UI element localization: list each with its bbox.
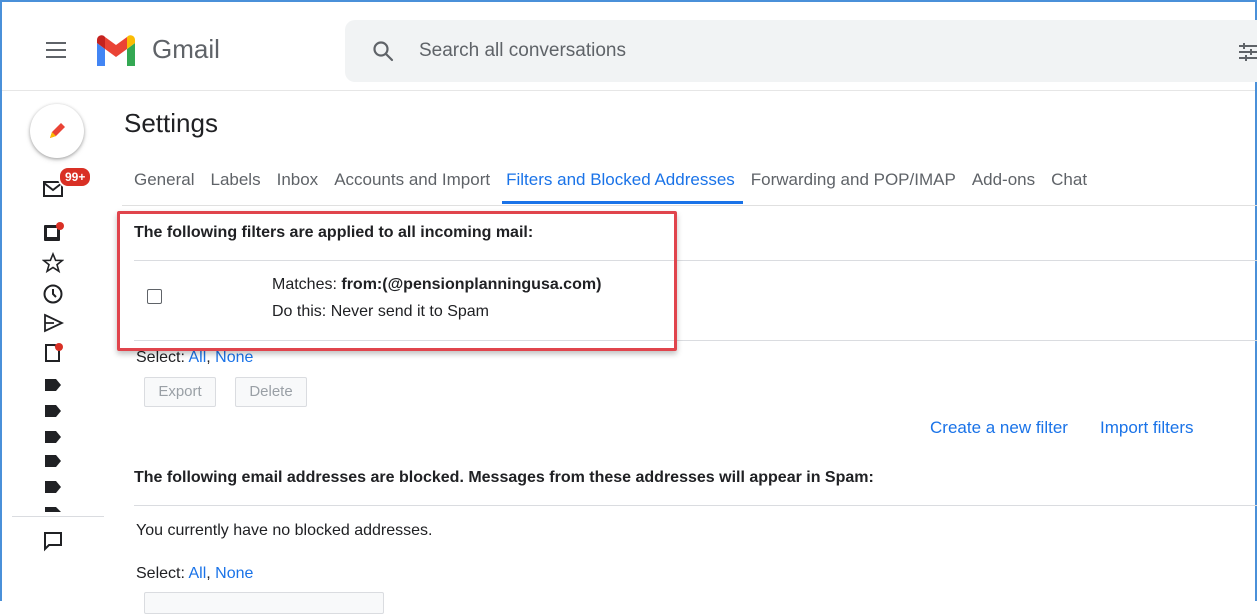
tab-chat[interactable]: Chat bbox=[1051, 170, 1087, 202]
filters-select-row: Select: All, None bbox=[136, 349, 253, 367]
tab-forwarding-and-pop-imap[interactable]: Forwarding and POP/IMAP bbox=[751, 170, 956, 202]
annotation-highlight-box bbox=[117, 211, 677, 351]
blocked-select-none-link[interactable]: None bbox=[215, 565, 253, 582]
label-icon[interactable] bbox=[42, 450, 64, 472]
label-icon[interactable] bbox=[42, 374, 64, 396]
tab-labels[interactable]: Labels bbox=[210, 170, 260, 202]
chat-icon[interactable] bbox=[42, 530, 64, 552]
main-menu-icon[interactable] bbox=[46, 42, 66, 58]
label-icon[interactable] bbox=[42, 426, 64, 448]
gmail-logo-icon[interactable] bbox=[94, 34, 138, 68]
search-icon[interactable] bbox=[371, 39, 395, 63]
draft-icon[interactable] bbox=[42, 342, 64, 364]
search-bar[interactable]: Search all conversations bbox=[345, 20, 1257, 82]
create-filter-link[interactable]: Create a new filter bbox=[930, 418, 1068, 438]
tab-general[interactable]: General bbox=[134, 170, 194, 202]
sidebar: 99+ bbox=[2, 90, 104, 601]
blocked-heading: The following email addresses are blocke… bbox=[134, 469, 874, 486]
compose-button[interactable] bbox=[30, 104, 84, 158]
clock-icon[interactable] bbox=[42, 283, 64, 305]
blocked-select-row: Select: All, None bbox=[136, 565, 253, 583]
tab-inbox[interactable]: Inbox bbox=[277, 170, 319, 202]
select-separator: , bbox=[206, 349, 216, 366]
tabs-divider bbox=[122, 205, 1257, 206]
search-input[interactable]: Search all conversations bbox=[419, 40, 626, 62]
select-none-link[interactable]: None bbox=[215, 349, 253, 366]
blocked-select-label: Select: bbox=[136, 565, 189, 582]
label-icon[interactable] bbox=[42, 502, 64, 512]
blocked-divider bbox=[134, 505, 1257, 506]
sidebar-divider bbox=[12, 516, 104, 517]
select-all-link[interactable]: All bbox=[188, 349, 206, 366]
send-icon[interactable] bbox=[42, 312, 64, 334]
tab-accounts-and-import[interactable]: Accounts and Import bbox=[334, 170, 490, 202]
blocked-select-all-link[interactable]: All bbox=[188, 565, 206, 582]
blocked-empty-text: You currently have no blocked addresses. bbox=[136, 522, 433, 539]
top-bar: Gmail Search all conversations bbox=[2, 2, 1257, 91]
search-options-icon[interactable] bbox=[1235, 40, 1257, 64]
export-button[interactable]: Export bbox=[144, 377, 216, 407]
label-icon[interactable] bbox=[42, 476, 64, 498]
unblock-button[interactable] bbox=[144, 592, 384, 614]
tab-add-ons[interactable]: Add-ons bbox=[972, 170, 1035, 202]
label-icon[interactable] bbox=[42, 400, 64, 422]
delete-button[interactable]: Delete bbox=[235, 377, 307, 407]
gmail-brand-text: Gmail bbox=[152, 34, 220, 64]
snoozed-note-icon[interactable] bbox=[42, 222, 64, 244]
unread-count-badge: 99+ bbox=[58, 166, 93, 188]
select-label: Select: bbox=[136, 349, 189, 366]
page-title: Settings bbox=[124, 108, 218, 138]
star-icon[interactable] bbox=[42, 252, 64, 274]
import-filters-link[interactable]: Import filters bbox=[1100, 418, 1194, 438]
blocked-select-separator: , bbox=[206, 565, 216, 582]
settings-tabs: General Labels Inbox Accounts and Import Fil… bbox=[134, 170, 1103, 206]
tab-filters-and-blocked-addresses[interactable]: Filters and Blocked Addresses bbox=[502, 170, 743, 204]
pencil-icon bbox=[50, 123, 65, 138]
